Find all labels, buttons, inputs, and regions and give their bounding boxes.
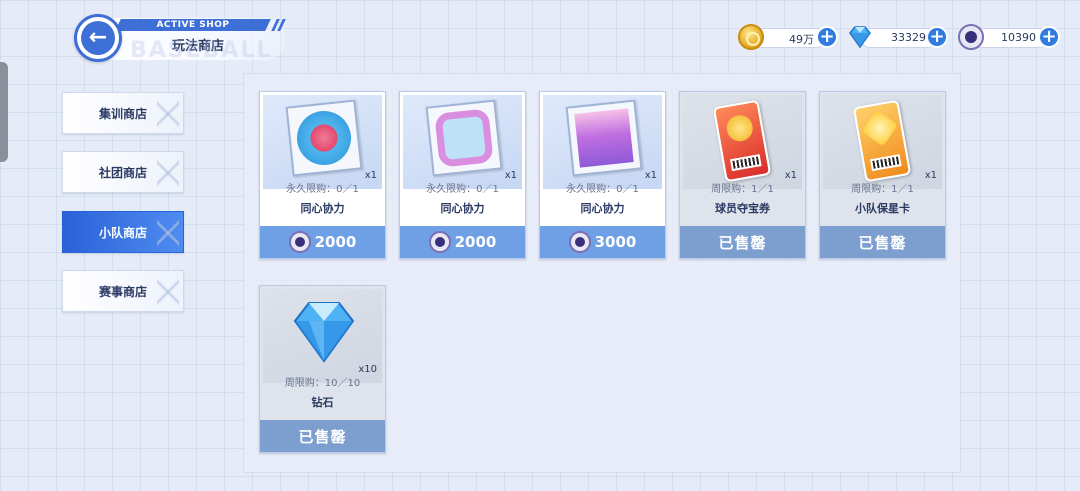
shop-item-card[interactable]: x1 周限购：1／1 球员夺宝券 已售罄	[679, 91, 806, 259]
shop-item-card[interactable]: x1 永久限购：0／1 同心协力 2000	[259, 91, 386, 259]
shop-item-card[interactable]: x1 周限购：1／1 小队保星卡 已售罄	[819, 91, 946, 259]
floral-frame-icon	[425, 99, 503, 177]
red-envelope-frame-icon	[285, 99, 363, 177]
buy-button[interactable]: 2000	[400, 226, 525, 258]
purchase-limit: 永久限购：0／1	[566, 184, 639, 195]
price-value: 2000	[314, 233, 357, 251]
token-value: 10390	[1001, 31, 1036, 44]
sold-out-label: 已售罄	[820, 226, 945, 258]
diamond-icon	[293, 302, 355, 363]
buy-button[interactable]: 3000	[540, 226, 665, 258]
shop-item-card[interactable]: x1 永久限购：0／1 同心协力 3000	[539, 91, 666, 259]
shop-tag: ACTIVE SHOP	[115, 19, 271, 31]
diamond-value: 33329	[891, 31, 926, 44]
back-arrow-icon: ←	[81, 21, 115, 55]
red-ticket-icon	[712, 99, 772, 183]
diamond-counter: 33329 +	[848, 26, 950, 50]
item-name: 同心协力	[580, 202, 625, 215]
team-token-icon	[428, 231, 451, 253]
shop-item-card[interactable]: x1 永久限购：0／1 同心协力 2000	[399, 91, 526, 259]
item-name: 小队保星卡	[855, 202, 910, 215]
stage-frame-icon	[565, 99, 643, 177]
token-counter: 10390 +	[958, 24, 1062, 50]
gold-coin-icon	[738, 24, 764, 50]
add-gold-button[interactable]: +	[816, 26, 838, 48]
gold-coin-value: 49万	[789, 33, 814, 46]
gold-coin-counter: 49万 +	[738, 24, 840, 50]
team-token-icon	[958, 24, 984, 50]
sold-out-label: 已售罄	[260, 420, 385, 452]
purchase-limit: 永久限购：0／1	[286, 184, 359, 195]
tab-training-shop[interactable]: 集训商店	[62, 92, 184, 134]
side-drawer-handle[interactable]	[0, 62, 8, 162]
tab-club-shop[interactable]: 社团商店	[62, 151, 184, 193]
buy-button[interactable]: 2000	[260, 226, 385, 258]
tab-squad-shop[interactable]: 小队商店	[62, 211, 184, 253]
add-diamond-button[interactable]: +	[926, 26, 948, 48]
title-stripes	[271, 19, 288, 31]
price-value: 2000	[454, 233, 497, 251]
purchase-limit: 周限购：10／10	[284, 378, 361, 389]
back-button[interactable]: ←	[74, 14, 122, 62]
purchase-limit: 周限购：1／1	[851, 184, 914, 195]
tab-event-shop[interactable]: 赛事商店	[62, 270, 184, 312]
diamond-icon	[849, 26, 871, 49]
purchase-limit: 永久限购：0／1	[426, 184, 499, 195]
item-name: 同心协力	[440, 202, 485, 215]
item-name: 球员夺宝券	[715, 202, 770, 215]
team-token-icon	[568, 231, 591, 253]
team-token-icon	[288, 231, 311, 253]
purchase-limit: 周限购：1／1	[711, 184, 774, 195]
sold-out-label: 已售罄	[680, 226, 805, 258]
price-value: 3000	[594, 233, 637, 251]
shop-item-card[interactable]: x10 周限购：10／10 钻石 已售罄	[259, 285, 386, 453]
item-name: 同心协力	[300, 202, 345, 215]
orange-star-ticket-icon	[852, 99, 912, 183]
background-watermark: BASEBALL	[130, 38, 273, 63]
item-name: 钻石	[311, 396, 334, 409]
add-token-button[interactable]: +	[1038, 26, 1060, 48]
